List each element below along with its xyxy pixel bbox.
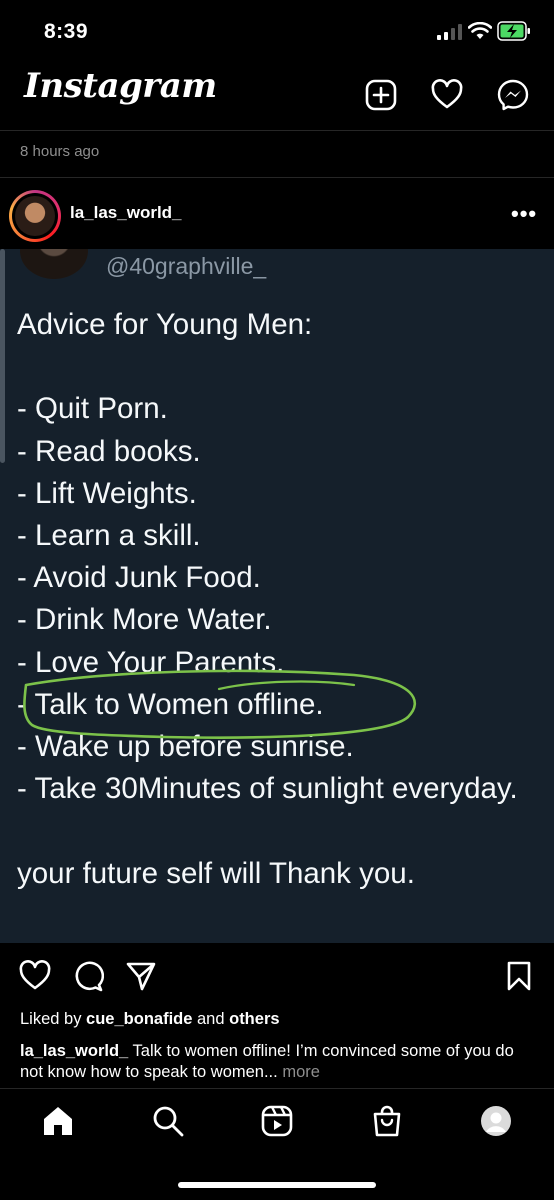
home-indicator — [178, 1182, 376, 1188]
caption-username[interactable]: la_las_world_ — [20, 1042, 128, 1060]
image-scrollbar — [0, 249, 5, 463]
comment-icon[interactable] — [72, 960, 104, 992]
plus-square-icon[interactable] — [364, 78, 398, 112]
post-username[interactable]: la_las_world_ — [70, 203, 182, 223]
liked-by-prefix: Liked by — [20, 1010, 87, 1028]
share-icon[interactable] — [125, 960, 157, 992]
post-caption: la_las_world_ Talk to women offline! I’m… — [20, 1041, 540, 1083]
liked-by: Liked by cue_bonafide and others — [20, 1010, 280, 1029]
battery-charging-icon — [497, 21, 530, 41]
post-time-ago: 8 hours ago — [20, 143, 100, 160]
instagram-logo[interactable]: Instagram — [24, 66, 217, 106]
wifi-icon — [468, 22, 492, 39]
tweet-avatar — [20, 249, 88, 279]
home-icon[interactable] — [41, 1104, 75, 1138]
heart-icon[interactable] — [430, 78, 464, 112]
caption-more-link[interactable]: more — [278, 1063, 320, 1081]
messenger-icon[interactable] — [496, 78, 530, 112]
highlight-scribble — [23, 669, 417, 739]
meta-divider — [0, 177, 554, 178]
cellular-signal-icon — [437, 24, 462, 40]
more-options-icon[interactable]: ••• — [511, 201, 537, 227]
liked-by-others[interactable]: others — [229, 1010, 279, 1028]
status-time: 8:39 — [44, 20, 89, 43]
profile-avatar[interactable] — [479, 1104, 513, 1138]
header-divider — [0, 130, 554, 131]
search-icon[interactable] — [151, 1104, 185, 1138]
tweet-handle: @40graphville_ — [106, 253, 267, 279]
tweet-text: Advice for Young Men: - Quit Porn. - Rea… — [17, 308, 518, 890]
reels-icon[interactable] — [260, 1104, 294, 1138]
liked-by-middle: and — [192, 1010, 230, 1028]
like-heart-icon[interactable] — [19, 960, 51, 992]
bookmark-icon[interactable] — [503, 960, 535, 992]
liked-by-user[interactable]: cue_bonafide — [86, 1010, 192, 1028]
avatar[interactable] — [9, 190, 61, 242]
nav-divider — [0, 1088, 554, 1089]
shop-icon[interactable] — [370, 1104, 404, 1138]
